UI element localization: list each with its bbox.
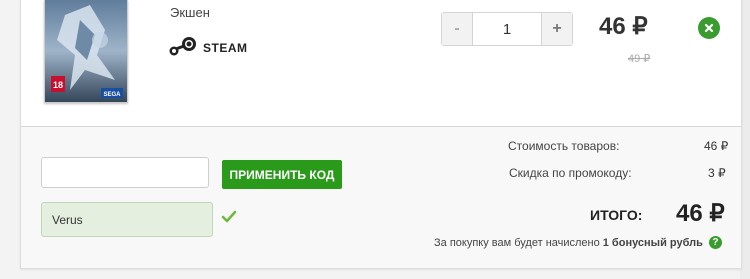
promo-code-input[interactable] — [41, 157, 209, 188]
bonus-note: За покупку вам будет начислено 1 бонусны… — [434, 236, 722, 249]
goods-cost-label: Стоимость товаров: — [508, 139, 620, 153]
product-price: 46 ₽ — [599, 13, 648, 40]
cover-publisher: SEGA — [103, 92, 121, 98]
product-old-price: 49 ₽ — [628, 53, 651, 65]
increase-quantity-button[interactable]: + — [541, 13, 572, 45]
applied-promo-code: Verus — [41, 202, 213, 237]
check-icon — [221, 210, 237, 229]
discount-label: Скидка по промокоду: — [509, 166, 632, 180]
steam-icon — [168, 35, 200, 62]
cover-age-rating: 18 — [53, 80, 63, 90]
platform-badge: STEAM — [168, 36, 248, 60]
remove-item-button[interactable] — [698, 17, 720, 39]
product-genre: Экшен — [170, 5, 210, 20]
quantity-value[interactable]: 1 — [473, 13, 541, 45]
help-icon[interactable]: ? — [708, 236, 722, 249]
cart-panel: 18 SEGA Экшен STEAM - 1 + 46 ₽ 49 ₽ ПРИМ… — [20, 0, 742, 269]
decrease-quantity-button[interactable]: - — [442, 13, 473, 45]
platform-label: STEAM — [203, 41, 248, 55]
bonus-amount: 1 бонусный рубль — [602, 236, 703, 249]
bonus-text: За покупку вам будет начислено — [434, 236, 600, 249]
quantity-stepper: - 1 + — [441, 12, 573, 46]
game-cover[interactable]: 18 SEGA — [44, 0, 128, 103]
goods-cost-value: 46 ₽ — [704, 139, 729, 153]
total-value: 46 ₽ — [676, 200, 725, 227]
remove-icon — [704, 23, 714, 33]
total-label: ИТОГО: — [590, 207, 643, 223]
apply-code-button[interactable]: ПРИМЕНИТЬ КОД — [222, 160, 342, 189]
discount-value: 3 ₽ — [708, 166, 726, 180]
